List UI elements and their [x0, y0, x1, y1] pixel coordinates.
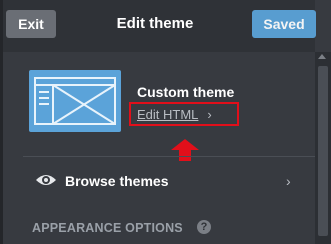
theme-name: Custom theme: [137, 84, 235, 100]
appearance-options-header: APPEARANCE OPTIONS: [32, 221, 183, 235]
help-icon[interactable]: ?: [197, 220, 211, 234]
saved-button[interactable]: Saved: [252, 10, 316, 38]
scroll-up-icon[interactable]: [318, 54, 326, 59]
exit-button[interactable]: Exit: [6, 10, 56, 38]
eye-icon: [36, 175, 56, 185]
layout-template-icon: [34, 77, 116, 125]
chevron-right-icon: ›: [286, 173, 291, 189]
divider: [23, 156, 315, 157]
scrollbar-thumb[interactable]: [318, 66, 328, 236]
browse-themes-row[interactable]: Browse themes ›: [3, 163, 315, 199]
browse-themes-label: Browse themes: [65, 173, 169, 189]
theme-thumbnail[interactable]: [29, 70, 121, 132]
up-arrow-icon: [171, 139, 199, 161]
page-title: Edit theme: [116, 15, 194, 32]
highlight-box: [129, 102, 239, 126]
